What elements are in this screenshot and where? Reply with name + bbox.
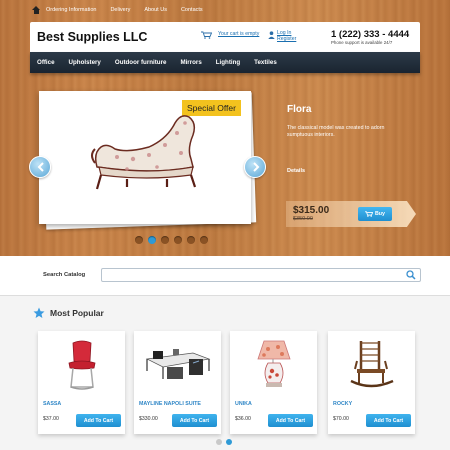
phone-support-note: Phone support is available 24/7 <box>331 40 393 45</box>
red-chair-image[interactable] <box>38 336 125 394</box>
popular-page-dot[interactable] <box>216 439 222 445</box>
product-card[interactable]: ROCKY $70.00 Add To Cart <box>328 331 415 434</box>
popular-page-dot[interactable] <box>226 439 232 445</box>
cart-status-link[interactable]: Your cart is empty <box>218 31 259 37</box>
slider-dot[interactable] <box>174 236 182 244</box>
buy-button[interactable]: Buy <box>358 207 392 221</box>
chevron-right-icon <box>253 162 260 172</box>
slider-dot[interactable] <box>135 236 143 244</box>
nav-item-lighting[interactable]: Lighting <box>216 59 240 66</box>
top-link-about[interactable]: About Us <box>144 7 167 13</box>
most-popular-title: Most Popular <box>50 308 104 318</box>
chevron-left-icon <box>37 162 44 172</box>
star-icon <box>33 307 45 318</box>
product-card[interactable]: MAYLINE NAPOLI SUITE $330.00 Add To Cart <box>134 331 221 434</box>
slider-dot[interactable] <box>200 236 208 244</box>
slider-prev-button[interactable] <box>29 156 51 178</box>
product-name[interactable]: MAYLINE NAPOLI SUITE <box>139 401 201 407</box>
rocking-chair-image[interactable] <box>328 336 415 394</box>
account-links: Log In Register <box>277 30 296 42</box>
search-input[interactable] <box>101 268 421 282</box>
cart-icon <box>364 211 373 217</box>
nav-item-outdoor-furniture[interactable]: Outdoor furniture <box>115 59 167 66</box>
slide-product-name[interactable]: Flora <box>287 104 311 115</box>
search-icon[interactable] <box>406 270 416 280</box>
add-to-cart-button[interactable]: Add To Cart <box>172 414 217 427</box>
home-icon[interactable] <box>32 6 40 14</box>
slide-product-description: The classical model was created to adorn… <box>287 125 385 138</box>
product-card[interactable]: UNIKA $36.00 Add To Cart <box>230 331 317 434</box>
sofa-image <box>91 115 197 190</box>
top-links-bar: Ordering Information Delivery About Us C… <box>32 6 217 14</box>
slider-dot[interactable] <box>161 236 169 244</box>
slide-details-link[interactable]: Details <box>287 168 305 174</box>
user-icon <box>268 31 275 39</box>
search-band: Search Catalog <box>0 256 450 296</box>
office-desk-image[interactable] <box>134 336 221 394</box>
site-logo[interactable]: Best Supplies LLC <box>37 30 147 44</box>
register-link[interactable]: Register <box>277 36 296 42</box>
nav-item-office[interactable]: Office <box>37 59 55 66</box>
add-to-cart-button[interactable]: Add To Cart <box>268 414 313 427</box>
top-link-delivery[interactable]: Delivery <box>110 7 130 13</box>
slide-price-box: $315.00 $350.00 Buy <box>286 201 416 227</box>
slide-photo-frame[interactable]: Special Offer <box>39 91 251 224</box>
product-card[interactable]: SASSA $37.00 Add To Cart <box>38 331 125 434</box>
slider-dot[interactable] <box>187 236 195 244</box>
site-header: Best Supplies LLC Your cart is empty Log… <box>30 22 420 52</box>
product-price: $70.00 <box>333 416 349 422</box>
cart-icon[interactable] <box>201 31 212 39</box>
product-name[interactable]: ROCKY <box>333 401 352 407</box>
top-link-ordering[interactable]: Ordering Information <box>46 7 96 13</box>
nav-item-mirrors[interactable]: Mirrors <box>180 59 201 66</box>
nav-item-upholstery[interactable]: Upholstery <box>69 59 101 66</box>
top-link-contacts[interactable]: Contacts <box>181 7 203 13</box>
buy-button-label: Buy <box>374 211 385 217</box>
slide-price: $315.00 <box>293 205 330 216</box>
hero-wood-background: Ordering Information Delivery About Us C… <box>0 0 450 256</box>
product-name[interactable]: SASSA <box>43 401 61 407</box>
table-lamp-image[interactable] <box>230 336 317 394</box>
product-name[interactable]: UNIKA <box>235 401 252 407</box>
nav-item-textiles[interactable]: Textiles <box>254 59 277 66</box>
slider-dot[interactable] <box>148 236 156 244</box>
product-price: $330.00 <box>139 416 158 422</box>
product-price: $36.00 <box>235 416 251 422</box>
popular-pagination <box>216 439 232 445</box>
phone-number: 1 (222) 333 - 4444 <box>331 29 410 40</box>
search-label: Search Catalog <box>43 272 86 278</box>
slider-pagination <box>135 236 208 244</box>
add-to-cart-button[interactable]: Add To Cart <box>366 414 411 427</box>
slide-old-price: $350.00 <box>293 216 313 222</box>
main-nav: Office Upholstery Outdoor furniture Mirr… <box>30 52 420 73</box>
add-to-cart-button[interactable]: Add To Cart <box>76 414 121 427</box>
product-price: $37.00 <box>43 416 59 422</box>
slider-next-button[interactable] <box>244 156 266 178</box>
